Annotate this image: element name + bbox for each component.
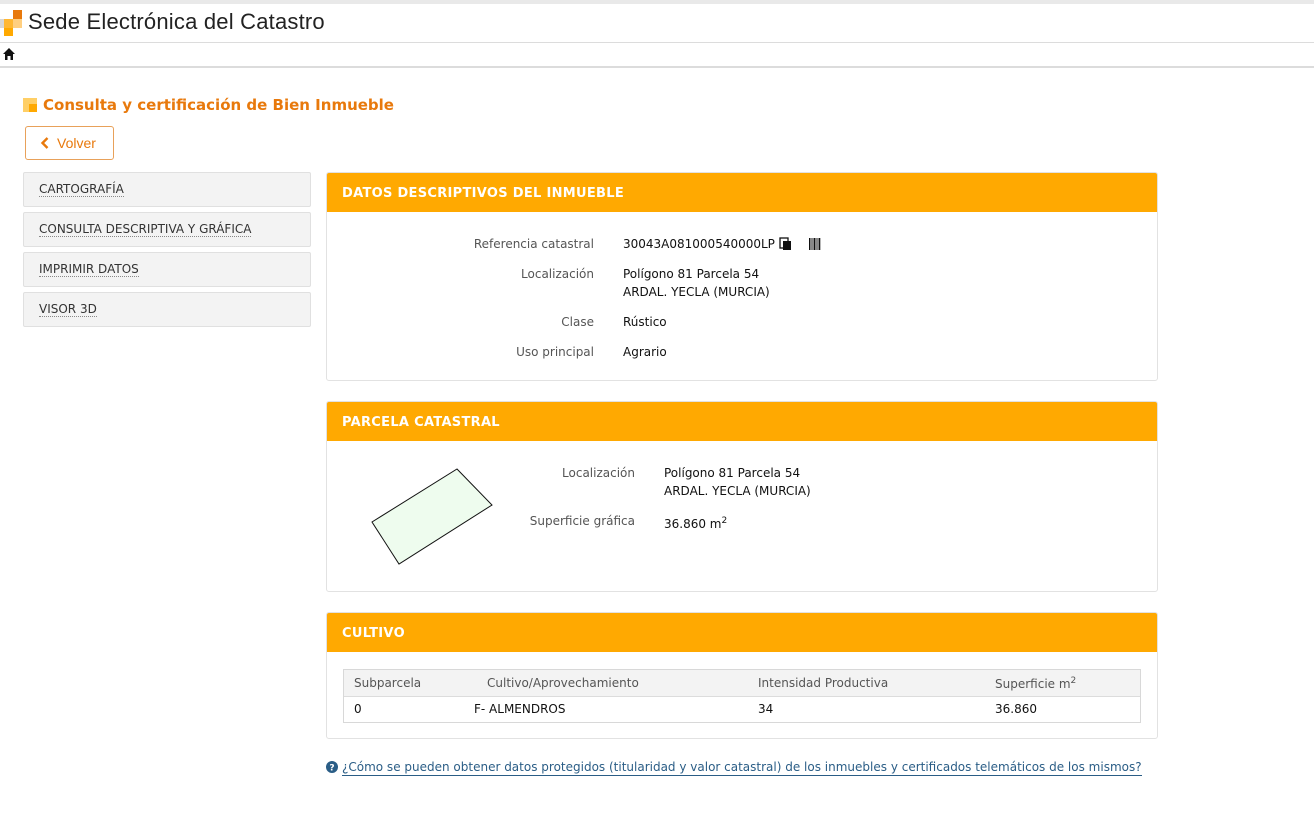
parcela-localizacion-line2: ARDAL. YECLA (MURCIA) [664,484,811,498]
datos-descriptivos-panel: DATOS DESCRIPTIVOS DEL INMUEBLE Referenc… [326,172,1158,381]
table-cell-superficie: 36.860 [995,702,1037,716]
sidebar-item-label: CARTOGRAFÍA [39,182,124,197]
parcel-shape[interactable] [367,464,497,568]
localizacion-line2: ARDAL. YECLA (MURCIA) [623,285,770,299]
col-cultivo: Cultivo/Aprovechamiento [487,676,639,690]
section-square-icon [23,98,37,112]
panel-title: DATOS DESCRIPTIVOS DEL INMUEBLE [342,186,625,201]
table-cell-cultivo: F- ALMENDROS [474,702,566,716]
site-title: Sede Electrónica del Catastro [28,9,325,34]
barcode-icon[interactable] [808,237,822,251]
back-button-label: Volver [57,135,96,151]
col-subparcela: Subparcela [354,676,422,690]
cultivo-table: Subparcela Cultivo/Aprovechamiento Inten… [343,669,1141,723]
col-superficie: Superficie m2 [995,676,1076,691]
superficie-grafica-label: Superficie gráfica [529,514,635,528]
question-circle-icon: ? [326,761,338,773]
panel-title: CULTIVO [342,626,405,641]
ref-catastral-value: 30043A081000540000LP [623,237,775,251]
sidebar-item-cartografia[interactable]: CARTOGRAFÍA [23,172,311,207]
copy-icon[interactable] [779,237,792,251]
superficie-value-text: 36.860 m [664,517,722,531]
svg-text:?: ? [329,764,334,774]
localizacion-line1: Polígono 81 Parcela 54 [623,267,760,281]
panel-header: CULTIVO [327,613,1157,652]
sidebar-item-label: IMPRIMIR DATOS [39,262,139,277]
chevron-left-icon [40,137,49,149]
col-superficie-text: Superficie m [995,677,1071,691]
superficie-unit-exponent: 2 [721,516,728,526]
parcela-localizacion-label: Localización [562,466,635,480]
table-cell-intensidad: 34 [758,702,774,716]
sidebar-item-imprimir-datos[interactable]: IMPRIMIR DATOS [23,252,311,287]
parcela-localizacion-line1: Polígono 81 Parcela 54 [664,466,801,480]
clase-label: Clase [561,315,594,329]
table-header-row: Subparcela Cultivo/Aprovechamiento Inten… [344,670,1140,697]
table-cell-subparcela: 0 [354,702,362,716]
sidebar-item-visor-3d[interactable]: VISOR 3D [23,292,311,327]
uso-principal-label: Uso principal [516,345,594,359]
col-superficie-exponent: 2 [1070,676,1077,686]
uso-principal-value: Agrario [623,345,667,359]
panel-header: DATOS DESCRIPTIVOS DEL INMUEBLE [327,173,1157,212]
ref-catastral-label: Referencia catastral [473,237,594,251]
panel-header: PARCELA CATASTRAL [327,402,1157,441]
home-icon[interactable] [2,47,16,61]
panel-title: PARCELA CATASTRAL [342,415,500,430]
site-header: Sede Electrónica del Catastro [0,4,1314,43]
page-title: Consulta y certificación de Bien Inmuebl… [43,96,394,114]
localizacion-label: Localización [521,267,594,281]
superficie-grafica-value: 36.860 m2 [664,512,727,533]
col-intensidad: Intensidad Productiva [758,676,889,690]
catastro-logo-icon [0,10,22,36]
protected-data-help-link[interactable]: ¿Cómo se pueden obtener datos protegidos… [342,760,1142,776]
back-button[interactable]: Volver [25,126,114,160]
cultivo-panel: CULTIVO Subparcela Cultivo/Aprovechamien… [326,612,1158,739]
sidebar-item-label: CONSULTA DESCRIPTIVA Y GRÁFICA [39,222,252,237]
clase-value: Rústico [623,315,667,329]
navbar [0,43,1314,68]
sidebar-item-label: VISOR 3D [39,302,97,317]
sidebar-item-consulta-descriptiva[interactable]: CONSULTA DESCRIPTIVA Y GRÁFICA [23,212,311,247]
parcela-catastral-panel: PARCELA CATASTRAL Localización Polígono … [326,401,1158,592]
